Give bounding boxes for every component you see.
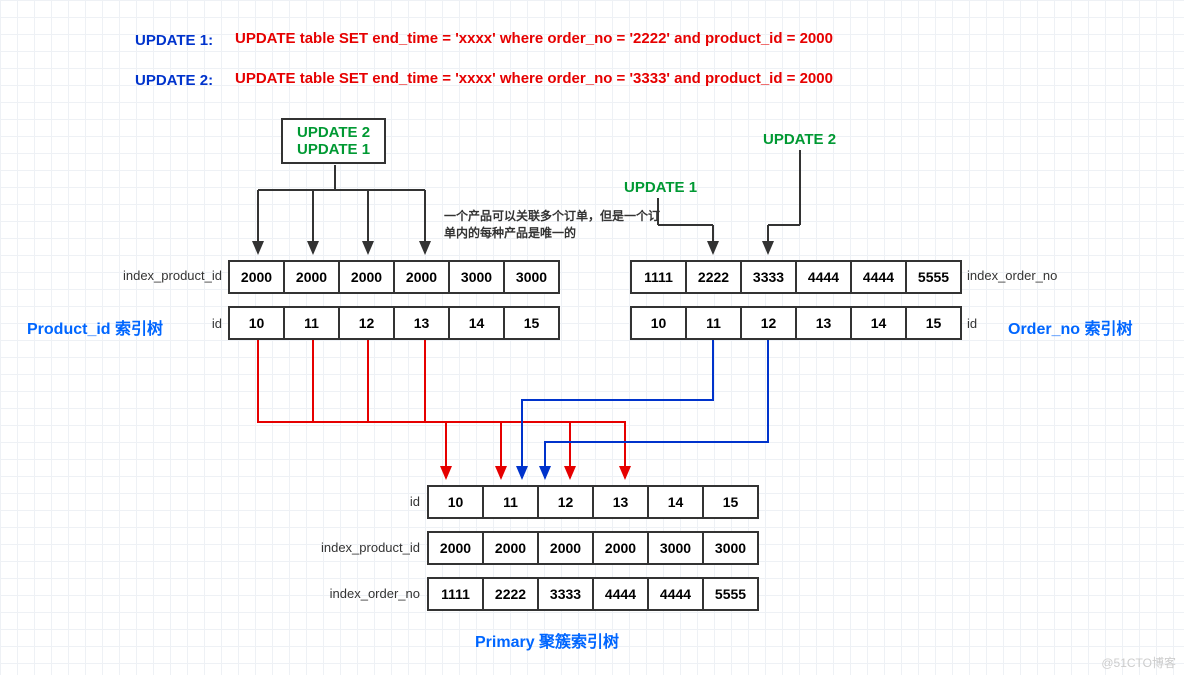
primary-row1-label: id <box>300 494 420 509</box>
right-row2-label: id <box>967 316 1087 331</box>
right-order-row: 1111 2222 3333 4444 4444 5555 <box>631 261 961 293</box>
update2-pointer-label: UPDATE 2 <box>763 131 836 148</box>
cell: 13 <box>593 486 648 518</box>
cell: 12 <box>538 486 593 518</box>
update1-label: UPDATE 1: <box>135 32 213 49</box>
cell: 14 <box>851 307 906 339</box>
primary-title: Primary 聚簇索引树 <box>475 628 619 652</box>
cell: 3333 <box>741 261 796 293</box>
cell: 13 <box>796 307 851 339</box>
right-row1-label: index_order_no <box>967 268 1087 283</box>
right-order-table: 1111 2222 3333 4444 4444 5555 <box>630 260 962 294</box>
cell: 1111 <box>428 578 483 610</box>
cell: 11 <box>284 307 339 339</box>
right-id-table: 10 11 12 13 14 15 <box>630 306 962 340</box>
cell: 4444 <box>648 578 703 610</box>
left-id-table: 10 11 12 13 14 15 <box>228 306 560 340</box>
primary-order-table: 1111 2222 3333 4444 4444 5555 <box>427 577 759 611</box>
cell: 2222 <box>686 261 741 293</box>
update-stack-box: UPDATE 2 UPDATE 1 <box>281 118 386 164</box>
update-stack-line1: UPDATE 2 <box>297 124 370 141</box>
cell: 1111 <box>631 261 686 293</box>
cell: 2000 <box>538 532 593 564</box>
cell: 14 <box>648 486 703 518</box>
update1-pointer-label: UPDATE 1 <box>624 179 697 196</box>
left-id-row: 10 11 12 13 14 15 <box>229 307 559 339</box>
primary-product-table: 2000 2000 2000 2000 3000 3000 <box>427 531 759 565</box>
cell: 5555 <box>906 261 961 293</box>
cell: 4444 <box>851 261 906 293</box>
left-product-row: 2000 2000 2000 2000 3000 3000 <box>229 261 559 293</box>
cell: 10 <box>631 307 686 339</box>
arrows-overlay <box>0 0 1184 675</box>
cell: 3000 <box>504 261 559 293</box>
cell: 10 <box>229 307 284 339</box>
primary-row2-label: index_product_id <box>300 540 420 555</box>
cell: 4444 <box>796 261 851 293</box>
cell: 2222 <box>483 578 538 610</box>
cell: 13 <box>394 307 449 339</box>
primary-id-table: 10 11 12 13 14 15 <box>427 485 759 519</box>
cell: 5555 <box>703 578 758 610</box>
update2-label: UPDATE 2: <box>135 72 213 89</box>
cell: 14 <box>449 307 504 339</box>
right-id-row: 10 11 12 13 14 15 <box>631 307 961 339</box>
update-stack-line2: UPDATE 1 <box>297 141 370 158</box>
cell: 2000 <box>593 532 648 564</box>
cell: 2000 <box>284 261 339 293</box>
cell: 3333 <box>538 578 593 610</box>
cell: 3000 <box>648 532 703 564</box>
cell: 15 <box>504 307 559 339</box>
primary-row3-label: index_order_no <box>300 586 420 601</box>
left-index-table: 2000 2000 2000 2000 3000 3000 <box>228 260 560 294</box>
cell: 15 <box>703 486 758 518</box>
cell: 2000 <box>339 261 394 293</box>
cell: 2000 <box>229 261 284 293</box>
note-text: 一个产品可以关联多个订单，但是一个订单内的每种产品是唯一的 <box>444 208 664 242</box>
cell: 11 <box>686 307 741 339</box>
cell: 3000 <box>449 261 504 293</box>
cell: 11 <box>483 486 538 518</box>
left-row2-label: id <box>102 316 222 331</box>
cell: 2000 <box>483 532 538 564</box>
watermark: @51CTO博客 <box>1101 654 1176 671</box>
update2-sql: UPDATE table SET end_time = 'xxxx' where… <box>235 70 833 87</box>
cell: 12 <box>741 307 796 339</box>
cell: 4444 <box>593 578 648 610</box>
update1-sql: UPDATE table SET end_time = 'xxxx' where… <box>235 30 833 47</box>
cell: 10 <box>428 486 483 518</box>
cell: 15 <box>906 307 961 339</box>
cell: 3000 <box>703 532 758 564</box>
cell: 2000 <box>394 261 449 293</box>
cell: 2000 <box>428 532 483 564</box>
cell: 12 <box>339 307 394 339</box>
left-row1-label: index_product_id <box>102 268 222 283</box>
